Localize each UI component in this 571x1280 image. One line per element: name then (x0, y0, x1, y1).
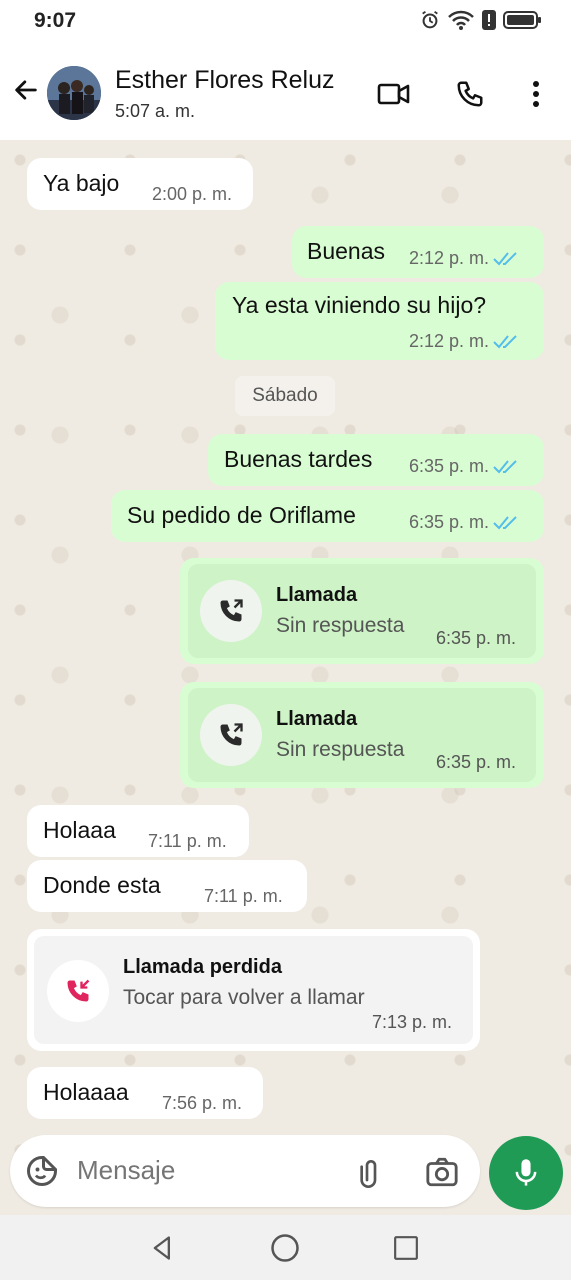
camera-button[interactable] (424, 1155, 460, 1189)
call-icon-circle (200, 704, 262, 766)
call-message[interactable]: Llamada Sin respuesta 6:35 p. m. (180, 682, 544, 788)
message-input[interactable] (77, 1155, 347, 1186)
missed-call-message[interactable]: Llamada perdida Tocar para volver a llam… (27, 929, 480, 1051)
double-check-icon (493, 334, 517, 348)
alert-icon (482, 10, 496, 30)
message-text: Buenas tardes (224, 446, 373, 472)
avatar[interactable] (47, 66, 101, 120)
missed-call-card[interactable]: Llamada perdida Tocar para volver a llam… (34, 936, 473, 1044)
sticker-button[interactable] (24, 1153, 60, 1189)
triangle-back-icon (153, 1236, 170, 1260)
call-message[interactable]: Llamada Sin respuesta 6:35 p. m. (180, 558, 544, 664)
call-title: Llamada (276, 584, 358, 606)
status-icons (419, 9, 543, 31)
double-check-icon (493, 459, 517, 473)
video-camera-icon (377, 83, 410, 105)
battery-icon (503, 11, 541, 29)
message-text: Buenas (307, 238, 386, 264)
message-meta: 2:12 p. m. (409, 331, 519, 352)
chat-header: Esther Flores Reluz 5:07 a. m. (0, 42, 571, 140)
message-time: 7:11 p. m. (204, 886, 283, 906)
arrow-left-icon (15, 80, 37, 100)
call-subtitle: Sin respuesta (276, 614, 405, 637)
message-outgoing[interactable]: Su pedido de Oriflame 6:35 p. m. (111, 490, 544, 542)
more-vertical-icon (533, 81, 539, 107)
back-button[interactable] (8, 72, 44, 108)
outgoing-call-icon (220, 723, 243, 746)
last-seen: 5:07 a. m. (115, 101, 196, 121)
message-time: 6:35 p. m. (409, 456, 490, 476)
sticker-icon (27, 1156, 57, 1186)
call-subtitle: Sin respuesta (276, 738, 405, 761)
message-meta: 2:12 p. m. (409, 248, 519, 269)
message-text: Holaaa (43, 817, 116, 843)
double-check-icon (493, 515, 517, 529)
double-check-icon (493, 251, 517, 265)
missed-call-icon (67, 979, 90, 1002)
message-time: 6:35 p. m. (409, 512, 490, 532)
attach-button[interactable] (355, 1155, 387, 1189)
message-incoming[interactable]: Holaaaa 7:56 p. m. (27, 1067, 263, 1119)
message-text: Holaaaa (43, 1079, 129, 1105)
voice-call-button[interactable] (450, 74, 490, 114)
square-recents-icon (394, 1236, 418, 1260)
nav-back-button[interactable] (146, 1231, 180, 1265)
call-icon-circle (47, 960, 109, 1022)
message-time: 7:11 p. m. (148, 831, 227, 851)
call-title: Llamada perdida (123, 956, 282, 978)
chat-area[interactable]: Ya bajo 2:00 p. m. Buenas 2:12 p. m. Ya … (0, 140, 571, 1215)
message-incoming[interactable]: Ya bajo 2:00 p. m. (27, 158, 253, 210)
message-text: Ya bajo (43, 170, 120, 196)
call-icon-circle (200, 580, 262, 642)
camera-icon (426, 1157, 458, 1187)
message-text: Donde esta (43, 872, 161, 898)
date-separator: Sábado (235, 376, 335, 416)
message-outgoing[interactable]: Buenas 2:12 p. m. (292, 226, 544, 278)
paperclip-icon (360, 1160, 377, 1188)
call-time: 6:35 p. m. (436, 628, 517, 648)
voice-message-button[interactable] (489, 1136, 563, 1210)
message-time: 7:56 p. m. (162, 1093, 243, 1113)
call-subtitle: Tocar para volver a llamar (123, 986, 365, 1009)
message-text: Su pedido de Oriflame (127, 502, 356, 528)
status-time: 9:07 (34, 9, 77, 32)
nav-recents-button[interactable] (389, 1231, 423, 1265)
contact-name[interactable]: Esther Flores Reluz (115, 66, 335, 95)
call-time: 6:35 p. m. (436, 752, 517, 772)
call-title: Llamada (276, 708, 358, 730)
phone-icon (457, 81, 483, 107)
call-time: 7:13 p. m. (372, 1012, 453, 1032)
circle-home-icon (271, 1234, 299, 1262)
outgoing-call-icon (220, 599, 243, 622)
message-outgoing[interactable]: Ya esta viniendo su hijo? 2:12 p. m. (215, 282, 544, 360)
message-time: 2:00 p. m. (152, 184, 233, 204)
more-options-button[interactable] (516, 74, 556, 114)
status-bar: 9:07 (0, 0, 571, 42)
message-text: Ya esta viniendo su hijo? (232, 292, 487, 318)
message-outgoing[interactable]: Buenas tardes 6:35 p. m. (208, 434, 544, 486)
alarm-icon (422, 10, 438, 29)
nav-home-button[interactable] (268, 1231, 302, 1265)
message-meta: 6:35 p. m. (409, 512, 519, 533)
message-incoming[interactable]: Donde esta 7:11 p. m. (27, 860, 307, 912)
message-meta: 6:35 p. m. (409, 456, 519, 477)
message-time: 2:12 p. m. (409, 248, 490, 268)
message-time: 2:12 p. m. (409, 331, 490, 351)
microphone-icon (515, 1159, 537, 1186)
message-composer (10, 1135, 480, 1207)
call-card[interactable]: Llamada Sin respuesta 6:35 p. m. (188, 564, 536, 658)
video-call-button[interactable] (374, 74, 414, 114)
system-navigation-bar (0, 1215, 571, 1280)
call-card[interactable]: Llamada Sin respuesta 6:35 p. m. (188, 688, 536, 782)
wifi-icon (448, 10, 474, 30)
message-incoming[interactable]: Holaaa 7:11 p. m. (27, 805, 249, 857)
